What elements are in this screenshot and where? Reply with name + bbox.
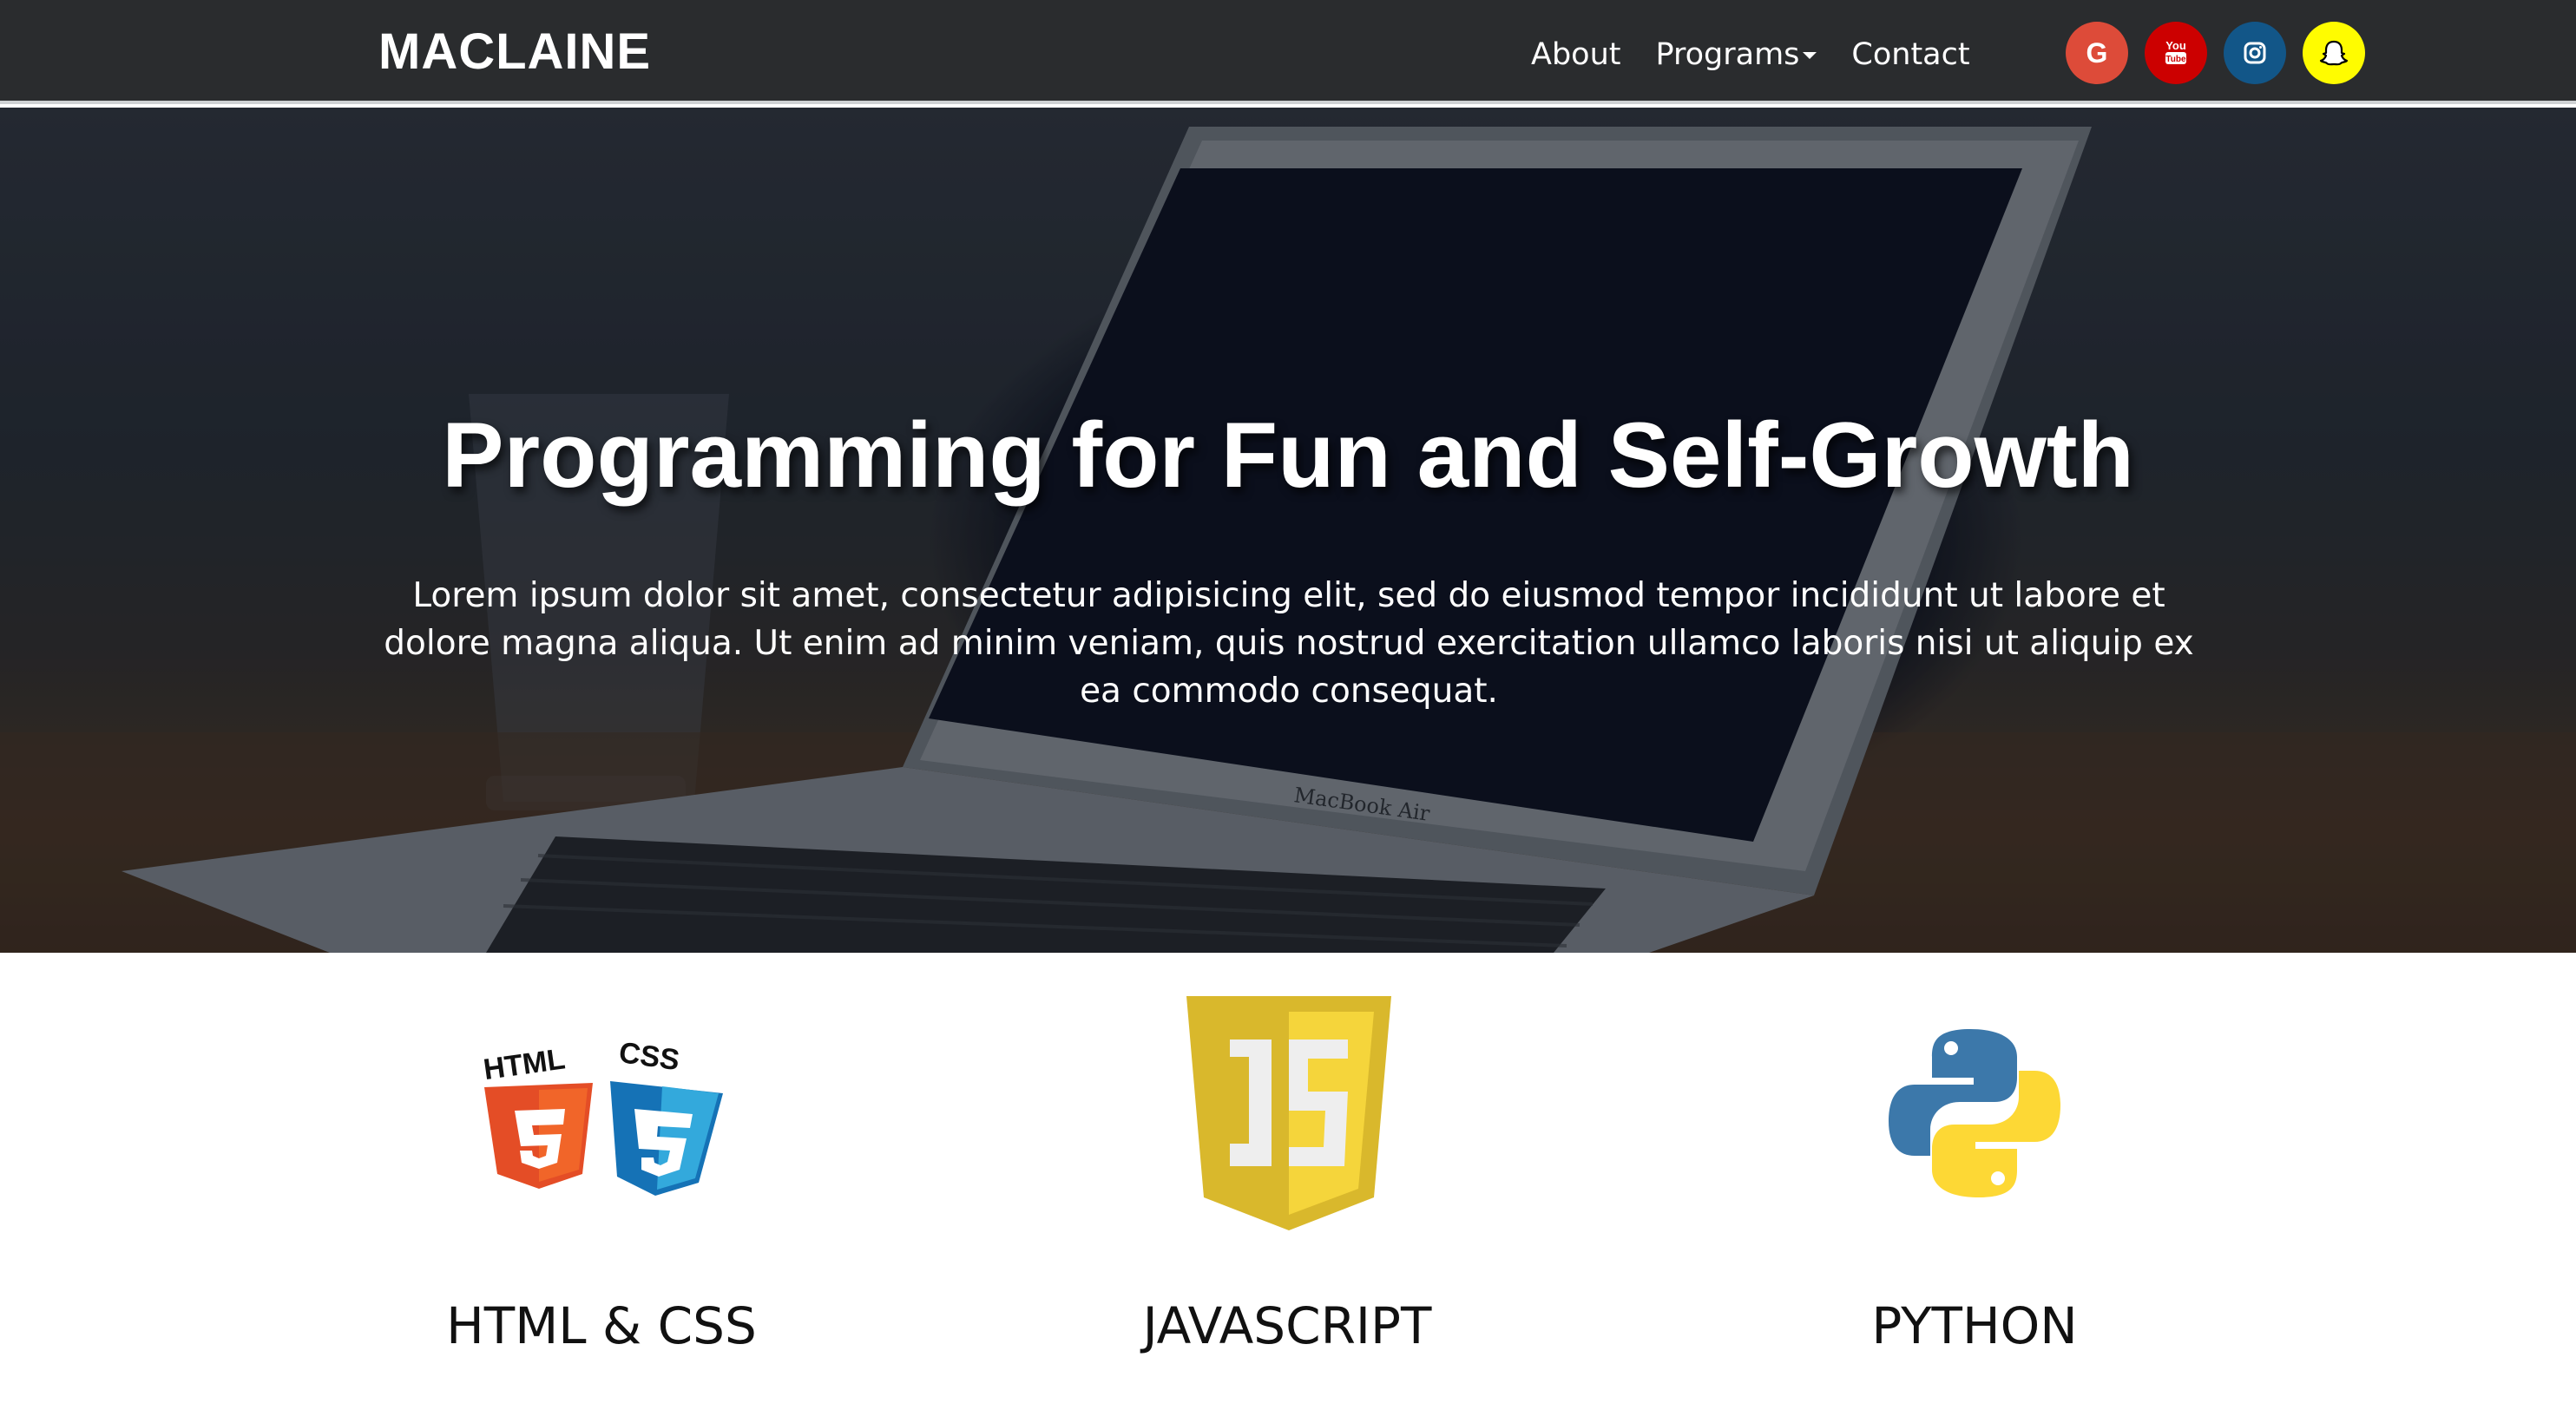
hero-title: Programming for Fun and Self-Growth	[442, 403, 2134, 507]
youtube-button[interactable]: You Tube	[2145, 22, 2207, 84]
social-links: G You Tube	[2066, 22, 2365, 84]
instagram-icon	[2244, 42, 2266, 64]
nav-link-about[interactable]: About	[1531, 37, 1620, 72]
svg-text:G: G	[2086, 37, 2108, 69]
instagram-button[interactable]	[2224, 22, 2286, 84]
program-title-html-css: HTML & CSS	[446, 1296, 757, 1355]
nav-link-programs-label: Programs	[1655, 37, 1800, 72]
snapchat-icon	[2319, 40, 2349, 66]
svg-text:HTML: HTML	[482, 1042, 568, 1086]
youtube-icon: You Tube	[2165, 39, 2186, 64]
google-icon: G	[2086, 37, 2108, 69]
hero-section: MacBook Air Programming for Fun and Self…	[0, 108, 2576, 953]
caret-down-icon	[1803, 52, 1817, 59]
hero-dark-overlay	[0, 108, 2576, 953]
svg-text:You: You	[2165, 39, 2186, 52]
program-title-javascript: JAVASCRIPT	[1142, 1296, 1432, 1355]
python-logo-icon: python	[1889, 1029, 2060, 1202]
javascript-logo-icon	[1186, 996, 1391, 1230]
nav-links: About Programs Contact	[1531, 24, 1970, 85]
program-title-python: PYTHON	[1871, 1296, 2078, 1355]
hero-description: Lorem ipsum dolor sit amet, consectetur …	[384, 576, 2194, 711]
html-css-logo-icon: HTML CSS	[482, 1036, 723, 1196]
google-plus-button[interactable]: G	[2066, 22, 2128, 84]
svg-text:python: python	[1975, 1199, 1981, 1202]
nav-link-programs-dropdown[interactable]: Programs	[1655, 37, 1817, 72]
svg-text:Tube: Tube	[2165, 55, 2186, 64]
snapchat-button[interactable]	[2303, 22, 2365, 84]
programs-section: HTML CSS HTML & CSS JAVASCRIPT python PY…	[0, 953, 2576, 1410]
top-navbar: MACLAINE About Programs Contact G You Tu…	[0, 0, 2576, 104]
site-brand[interactable]: MACLAINE	[378, 19, 651, 85]
nav-link-contact[interactable]: Contact	[1851, 37, 1969, 72]
svg-text:CSS: CSS	[617, 1036, 682, 1077]
